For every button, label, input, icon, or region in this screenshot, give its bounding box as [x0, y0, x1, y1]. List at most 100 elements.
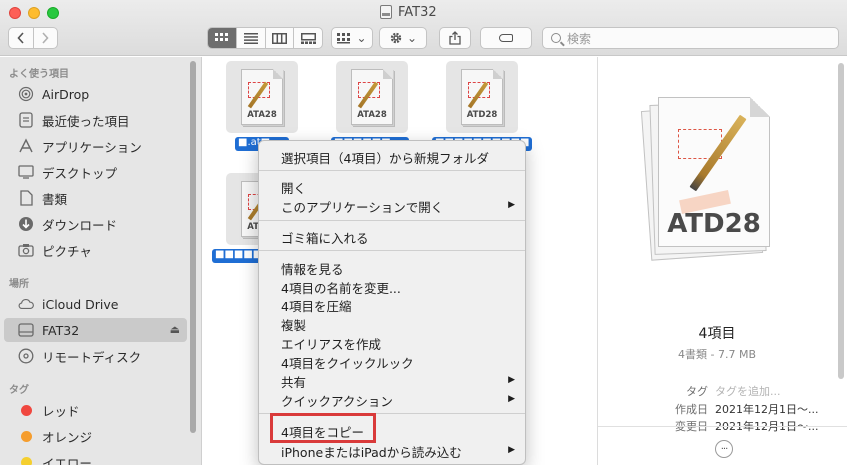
more-options-button[interactable]: ··· — [715, 440, 733, 458]
sidebar-item-label: AirDrop — [42, 86, 90, 102]
sidebar-scrollbar[interactable] — [190, 61, 196, 433]
preview-scrollbar[interactable] — [838, 63, 844, 379]
sidebar: よく使う項目 AirDrop 最近使った項目 アプリケーション デスクトップ 書… — [0, 57, 202, 465]
minimize-window-button[interactable] — [28, 7, 40, 19]
recents-icon — [18, 112, 34, 128]
menu-item-quick-look[interactable]: 4項目をクイックルック — [281, 353, 414, 372]
menu-item-share[interactable]: 共有 — [281, 372, 306, 391]
orange-tag-dot-icon — [20, 430, 32, 442]
sidebar-item-airdrop[interactable]: AirDrop — [0, 82, 187, 106]
action-menu-button[interactable]: ⌄ — [379, 27, 427, 49]
sidebar-item-tag-orange[interactable]: オレンジ — [0, 424, 187, 448]
preview-pane: ATD28 4項目 4書類 - 7.7 MB タグ タグを追加... 作成日 2… — [597, 57, 847, 465]
airdrop-icon — [18, 86, 34, 102]
close-window-button[interactable] — [9, 7, 21, 19]
applications-icon — [18, 138, 34, 154]
document-icon: ATA28 — [241, 69, 283, 125]
yellow-tag-dot-icon — [20, 456, 32, 465]
menu-item-new-folder-with-selection[interactable]: 選択項目（4項目）から新規フォルダ — [281, 148, 489, 167]
menu-item-open[interactable]: 開く — [281, 178, 306, 197]
sidebar-item-desktop[interactable]: デスクトップ — [0, 160, 187, 184]
back-button[interactable] — [9, 28, 33, 48]
sidebar-item-label: レッド — [42, 403, 80, 419]
menu-item-import-from-iphone[interactable]: iPhoneまたはiPadから読み込む — [281, 442, 462, 461]
document-icon: ATA28 — [351, 69, 393, 125]
list-view-button[interactable] — [236, 28, 265, 48]
created-value: 2021年12月1日〜... — [715, 403, 819, 416]
cloud-icon — [18, 296, 34, 312]
documents-icon — [18, 190, 34, 206]
list-view-icon — [244, 32, 259, 44]
drive-icon — [18, 322, 34, 338]
drive-icon — [380, 5, 392, 19]
preview-created-row: 作成日 2021年12月1日〜... — [598, 401, 847, 417]
chevron-down-icon: ⌄ — [356, 31, 367, 45]
locations-header: 場所 — [9, 279, 29, 290]
remote-disc-icon — [18, 348, 34, 364]
chevron-down-icon: ⌄ — [406, 31, 418, 45]
sidebar-item-applications[interactable]: アプリケーション — [0, 134, 187, 158]
sidebar-item-pictures[interactable]: ピクチャ — [0, 238, 187, 262]
tags-key: タグ — [686, 385, 708, 398]
tags-header: タグ — [9, 385, 29, 396]
sidebar-item-label: リモートディスク — [42, 349, 142, 365]
menu-item-get-info[interactable]: 情報を見る — [281, 259, 344, 278]
file-item[interactable]: ATA28 — [336, 61, 408, 133]
column-view-icon — [272, 32, 288, 44]
forward-button[interactable] — [32, 28, 57, 48]
gallery-view-button[interactable] — [293, 28, 322, 48]
menu-item-rename[interactable]: 4項目の名前を変更... — [281, 278, 401, 297]
icon-view-button[interactable] — [208, 28, 237, 48]
sidebar-item-remote-disc[interactable]: リモートディスク — [0, 344, 187, 368]
menu-item-duplicate[interactable]: 複製 — [281, 315, 306, 334]
preview-divider — [598, 426, 847, 427]
copy-highlight-box — [270, 413, 376, 443]
tag-icon — [499, 34, 513, 42]
sidebar-item-label: 最近使った項目 — [42, 113, 130, 129]
menu-item-quick-actions[interactable]: クイックアクション — [281, 391, 393, 410]
file-item[interactable]: ATD28 — [446, 61, 518, 133]
created-key: 作成日 — [675, 403, 708, 416]
gallery-view-icon — [300, 32, 316, 44]
search-input[interactable]: 検索 — [542, 27, 839, 49]
favorites-header: よく使う項目 — [9, 69, 69, 80]
eject-icon[interactable]: ⏏ — [170, 323, 180, 336]
preview-subtitle: 4書類 - 7.7 MB — [678, 348, 756, 361]
menu-item-compress[interactable]: 4項目を圧縮 — [281, 296, 351, 315]
window-title: FAT32 — [380, 3, 480, 21]
sidebar-item-tag-red[interactable]: レッド — [0, 398, 187, 422]
sidebar-item-label: iCloud Drive — [42, 296, 119, 312]
group-by-button[interactable]: ⌄ — [331, 27, 373, 49]
menu-item-make-alias[interactable]: エイリアスを作成 — [281, 334, 381, 353]
view-mode-segmented-control — [207, 27, 323, 49]
preview-tags-row: タグ タグを追加... — [598, 383, 847, 399]
sidebar-item-icloud-drive[interactable]: iCloud Drive — [0, 292, 187, 316]
zoom-window-button[interactable] — [47, 7, 59, 19]
chevron-right-icon — [42, 32, 50, 44]
sidebar-item-recents[interactable]: 最近使った項目 — [0, 108, 187, 132]
sidebar-item-tag-yellow[interactable]: イエロー — [0, 450, 187, 465]
sidebar-item-label: ピクチャ — [42, 243, 92, 259]
share-icon — [449, 31, 461, 45]
menu-item-open-with[interactable]: このアプリケーションで開く — [281, 197, 443, 216]
sidebar-item-label: オレンジ — [42, 429, 93, 445]
sidebar-item-fat32[interactable]: FAT32 ⏏ — [4, 318, 187, 342]
menu-item-move-to-trash[interactable]: ゴミ箱に入れる — [281, 228, 369, 247]
share-button[interactable] — [439, 27, 471, 49]
navigation-buttons — [8, 27, 58, 49]
search-icon — [551, 33, 561, 43]
preview-icon-label: ATD28 — [667, 209, 761, 239]
edit-tags-button[interactable] — [480, 27, 532, 49]
file-item[interactable]: ATA28 — [226, 61, 298, 133]
search-placeholder: 検索 — [567, 31, 592, 46]
sidebar-item-downloads[interactable]: ダウンロード — [0, 212, 187, 236]
document-stack-icon: ATD28 — [640, 95, 776, 263]
sidebar-item-documents[interactable]: 書類 — [0, 186, 187, 210]
menu-separator — [259, 170, 525, 171]
window-title-text: FAT32 — [398, 4, 437, 20]
submenu-arrow-icon: ▶ — [508, 200, 515, 210]
add-tags-field[interactable]: タグを追加... — [715, 383, 781, 399]
document-icon: ATD28 — [461, 69, 503, 125]
column-view-button[interactable] — [264, 28, 294, 48]
submenu-arrow-icon: ▶ — [508, 445, 515, 455]
